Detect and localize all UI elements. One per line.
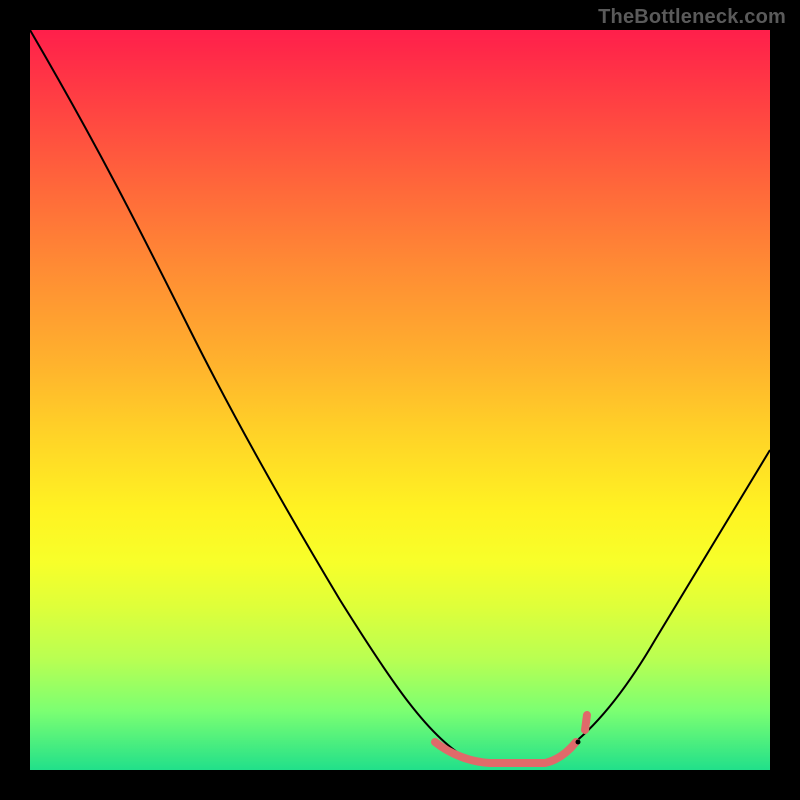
highlight-tick	[585, 715, 587, 730]
optimal-region-highlight	[435, 742, 576, 763]
marker-dot	[576, 740, 581, 745]
plot-area	[30, 30, 770, 770]
chart-container: TheBottleneck.com	[0, 0, 800, 800]
attribution-label: TheBottleneck.com	[598, 6, 786, 29]
curve-overlay	[30, 30, 770, 770]
bottleneck-curve	[30, 30, 770, 760]
